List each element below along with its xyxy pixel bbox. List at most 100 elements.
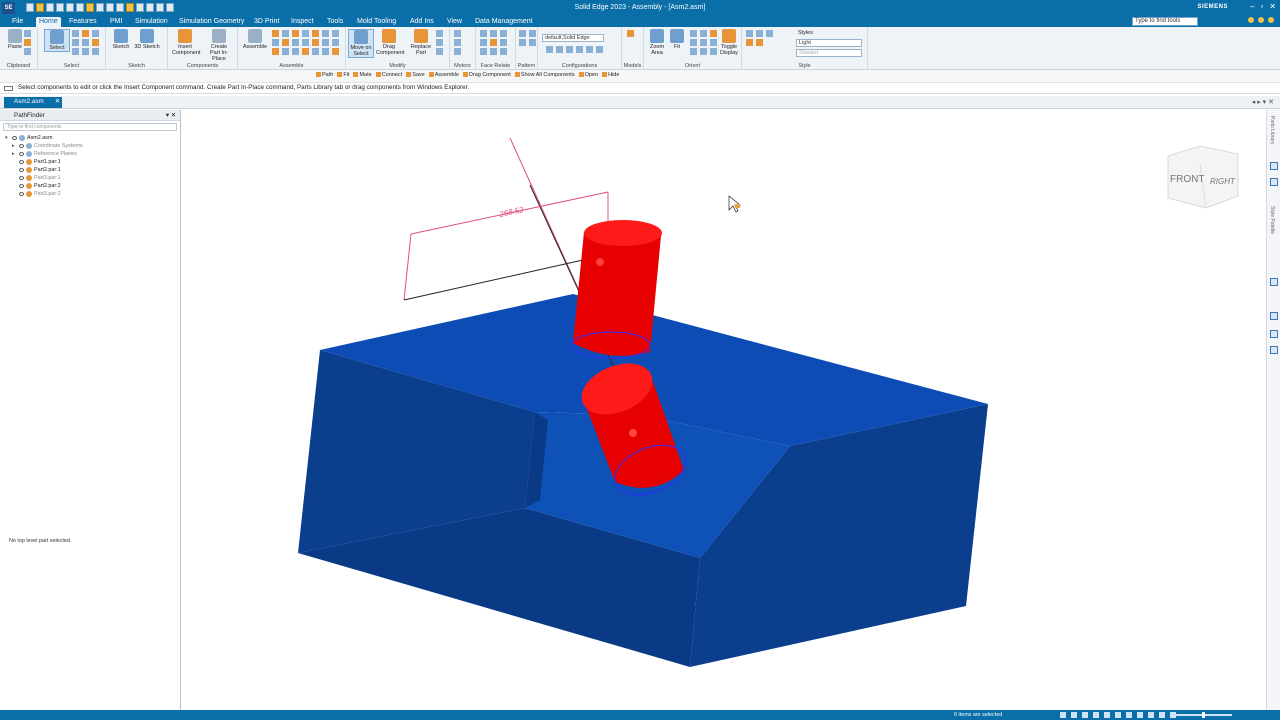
frown-icon[interactable]	[1258, 17, 1264, 23]
cmd-path[interactable]: Path	[316, 72, 333, 78]
graphics-viewport[interactable]: 268.52 FRONT RIGHT	[182, 110, 1265, 710]
tab-pmi[interactable]: PMI	[107, 17, 125, 26]
cmd-show-all-components[interactable]: Show All Components	[514, 72, 575, 78]
tree-node[interactable]: Part3.par:1	[0, 174, 180, 182]
cmd-drag-component[interactable]: Drag Component	[462, 72, 511, 78]
pathfinder-search[interactable]: Type to find components	[3, 123, 177, 131]
cmd-fit[interactable]: Fit	[337, 72, 349, 78]
maximize-button[interactable]: ▫	[1260, 2, 1263, 11]
eye-icon[interactable]	[19, 192, 24, 196]
tree-node[interactable]: ▸ Coordinate Systems	[0, 142, 180, 150]
cmd-open[interactable]: Open	[578, 72, 598, 78]
fit-button[interactable]: Fit	[664, 29, 690, 50]
cmd-assemble[interactable]: Assemble	[428, 72, 459, 78]
tab-home[interactable]: Home	[36, 17, 61, 27]
cmd-save[interactable]: Save	[406, 72, 425, 78]
zoom-icon[interactable]	[1060, 712, 1066, 718]
eye-icon[interactable]	[12, 136, 17, 140]
toggle-display-button[interactable]: Toggle Display	[716, 29, 742, 56]
section-icon[interactable]	[1126, 712, 1132, 718]
tab-simulation[interactable]: Simulation	[132, 17, 171, 26]
rotate-icon[interactable]	[1093, 712, 1099, 718]
tab-controls[interactable]: ◂ ▸ ▾ ✕	[1252, 98, 1274, 106]
upper-cylinder-top[interactable]	[584, 220, 662, 246]
eye-icon[interactable]	[19, 184, 24, 188]
assembly-model[interactable]: 268.52 FRONT RIGHT	[182, 110, 1265, 710]
insert-component-button[interactable]: Insert Component	[172, 29, 200, 56]
eye-icon[interactable]	[19, 144, 24, 148]
tree-node[interactable]: Part1.par:1	[0, 158, 180, 166]
tab-tools[interactable]: Tools	[324, 17, 346, 26]
display-icon[interactable]	[1137, 712, 1143, 718]
view-cube-front[interactable]: FRONT	[1170, 174, 1204, 185]
eye-icon[interactable]	[19, 176, 24, 180]
snap-icon[interactable]	[1159, 712, 1165, 718]
sketch-button[interactable]: Sketch	[108, 29, 134, 50]
style-select[interactable]: Light	[796, 39, 862, 47]
tree-node[interactable]: Part2.par:1	[0, 166, 180, 174]
tab-data-management[interactable]: Data Management	[472, 17, 536, 26]
dock-icon-5[interactable]	[1270, 330, 1278, 338]
help-icon[interactable]	[1268, 17, 1274, 23]
dock-icon-4[interactable]	[1270, 312, 1278, 320]
close-button[interactable]: ✕	[1269, 2, 1276, 11]
tree-node-label: Part2.par:2	[34, 183, 61, 189]
cmd-icon	[316, 72, 321, 77]
eye-icon[interactable]	[19, 168, 24, 172]
tab-view[interactable]: View	[444, 17, 465, 26]
smile-icon[interactable]	[1248, 17, 1254, 23]
dock-icon-1[interactable]	[1270, 162, 1278, 170]
select-button[interactable]: Select	[44, 29, 70, 52]
tab-mold-tooling[interactable]: Mold Tooling	[354, 17, 399, 26]
cmd-hide[interactable]: Hide	[602, 72, 619, 78]
expand-icon[interactable]: ▸	[12, 142, 15, 150]
cmd-connect[interactable]: Connect	[375, 72, 402, 78]
tab-file[interactable]: File	[9, 17, 26, 26]
expand-icon[interactable]: ▸	[12, 150, 15, 158]
zoom-slider-thumb[interactable]	[1202, 712, 1205, 718]
view-icon[interactable]	[1104, 712, 1110, 718]
style-select-secondary[interactable]: Shaded	[796, 49, 862, 57]
style-palette-tab[interactable]: Style Palette	[1269, 206, 1275, 234]
upper-cylinder[interactable]	[573, 232, 661, 356]
move-on-select-button[interactable]: Move on Select	[348, 29, 374, 58]
dock-icon-6[interactable]	[1270, 346, 1278, 354]
replace-part-button[interactable]: Replace Part	[408, 29, 434, 56]
pin-icon[interactable]: ▾ ✕	[166, 110, 176, 121]
eye-icon[interactable]	[19, 160, 24, 164]
tree-node[interactable]: ▾ Asm2.asm	[0, 134, 180, 142]
fit-icon[interactable]	[1071, 712, 1077, 718]
tree-node[interactable]: ▸ Reference Planes	[0, 150, 180, 158]
close-tab-icon[interactable]: ✕	[55, 97, 60, 107]
pan-icon[interactable]	[1082, 712, 1088, 718]
dock-icon-2[interactable]	[1270, 178, 1278, 186]
group-label: Components	[186, 63, 219, 69]
minimize-button[interactable]: –	[1250, 2, 1254, 11]
3d-sketch-button[interactable]: 3D Sketch	[134, 29, 160, 50]
find-tools-input[interactable]: Type to find tools	[1132, 17, 1198, 26]
tree-node[interactable]: Part3.par:2	[0, 190, 180, 198]
expand-icon[interactable]: ▾	[5, 134, 8, 142]
drag-component-button[interactable]: Drag Component	[376, 29, 404, 56]
view-cube-right[interactable]: RIGHT	[1210, 177, 1236, 186]
dimension-label[interactable]: 268.52	[498, 205, 525, 219]
tree-node[interactable]: Part2.par:2	[0, 182, 180, 190]
zoom-slider[interactable]	[1172, 712, 1232, 718]
tab-simulation-geometry[interactable]: Simulation Geometry	[176, 17, 247, 26]
assemble-button[interactable]: Assemble	[242, 29, 268, 50]
parts-library-tab[interactable]: Parts Library	[1269, 116, 1275, 144]
dock-icon-3[interactable]	[1270, 278, 1278, 286]
eye-icon[interactable]	[19, 152, 24, 156]
tab-inspect[interactable]: Inspect	[288, 17, 317, 26]
document-tab[interactable]: Asm2.asm ✕	[4, 97, 62, 108]
cmd-mate[interactable]: Mate	[353, 72, 372, 78]
tab-features[interactable]: Features	[66, 17, 100, 26]
grid-icon[interactable]	[1148, 712, 1154, 718]
tab-3d-print[interactable]: 3D Print	[251, 17, 282, 26]
upper-cylinder-center	[596, 258, 604, 266]
configuration-select[interactable]: default,Solid Edge	[542, 34, 604, 42]
group-sketch: Sketch 3D Sketch Sketch	[106, 27, 168, 70]
tab-add-ins[interactable]: Add Ins	[407, 17, 437, 26]
shade-icon[interactable]	[1115, 712, 1121, 718]
create-part-in-place-button[interactable]: Create Part In-Place	[206, 29, 232, 62]
